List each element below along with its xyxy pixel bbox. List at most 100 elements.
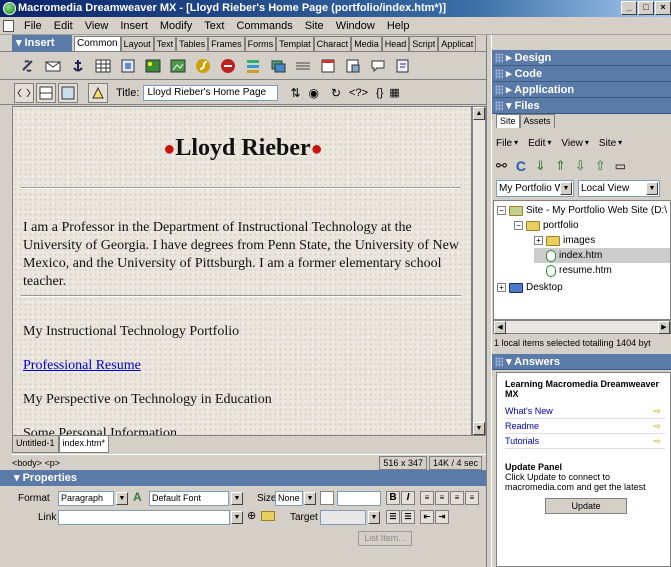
bio-paragraph[interactable]: I am a Professor in the Department of In… (23, 219, 465, 291)
page-title-input[interactable]: Lloyd Rieber's Home Page (143, 84, 279, 101)
scroll-up-icon[interactable]: ▲ (473, 107, 485, 120)
menu-text[interactable]: Text (198, 17, 230, 35)
preview-browser-icon[interactable]: ◉ (309, 86, 319, 100)
check-in-icon[interactable]: ⇧ (595, 158, 606, 174)
collapse-icon[interactable]: − (514, 221, 523, 230)
server-side-include-icon[interactable] (343, 56, 363, 76)
document-scrollbar[interactable]: ▲ ▼ (472, 106, 486, 436)
panel-splitter[interactable] (486, 35, 492, 567)
file-tree-scrollbar[interactable]: ◀ ▶ (493, 320, 671, 334)
show-code-view-icon[interactable] (14, 82, 34, 103)
ordered-list-icon[interactable]: ☰ (401, 510, 415, 524)
css-style-icon[interactable]: A (133, 490, 142, 504)
layer-icon[interactable] (118, 56, 138, 76)
menu-edit[interactable]: Edit (48, 17, 79, 35)
text-color-input[interactable] (337, 491, 381, 506)
tab-text[interactable]: Text (153, 36, 177, 51)
horizontal-rule-icon[interactable] (293, 56, 313, 76)
browse-folder-icon[interactable] (261, 511, 275, 521)
menu-view[interactable]: View (79, 17, 115, 35)
readme-link[interactable]: Readme ⇨ (505, 420, 665, 434)
tree-item-portfolio[interactable]: − portfolio (514, 218, 579, 233)
font-select[interactable]: Default Font (149, 491, 229, 506)
tree-item-site[interactable]: − Site - My Portfolio Web Site (D:\ (497, 203, 667, 218)
tab-untitled-1[interactable]: Untitled-1 (12, 436, 59, 453)
list-item-button[interactable]: List Item... (358, 531, 412, 546)
perspective-paragraph[interactable]: My Perspective on Technology in Educatio… (23, 391, 465, 409)
size-dropdown-icon[interactable]: ▼ (304, 492, 316, 505)
link-dropdown-icon[interactable]: ▼ (231, 511, 243, 524)
expand-icon[interactable]: + (534, 236, 543, 245)
align-justify-icon[interactable]: ≡ (465, 491, 479, 505)
tab-script[interactable]: Script (409, 36, 439, 51)
whats-new-link[interactable]: What's New ⇨ (505, 405, 665, 419)
comment-icon[interactable] (368, 56, 388, 76)
bold-button[interactable]: B (386, 491, 400, 505)
tab-common[interactable]: Common (74, 36, 121, 51)
tab-head[interactable]: Head (381, 36, 410, 51)
portfolio-paragraph[interactable]: My Instructional Technology Portfolio (23, 323, 465, 341)
tag-selector[interactable]: <body> <p> (12, 458, 60, 468)
menu-file[interactable]: File (18, 17, 48, 35)
menu-commands[interactable]: Commands (230, 17, 298, 35)
menu-modify[interactable]: Modify (154, 17, 198, 35)
tab-index-htm[interactable]: index.htm* (58, 436, 110, 453)
menu-help[interactable]: Help (381, 17, 416, 35)
expand-icon[interactable]: + (497, 283, 506, 292)
layout-icon[interactable] (88, 82, 108, 103)
font-dropdown-icon[interactable]: ▼ (231, 492, 243, 505)
tab-site[interactable]: Site (496, 114, 520, 128)
flash-icon[interactable] (193, 56, 213, 76)
tab-frames[interactable]: Frames (208, 36, 245, 51)
scroll-down-icon[interactable]: ▼ (473, 422, 485, 435)
personal-paragraph[interactable]: Some Personal Information (23, 425, 465, 435)
image-icon[interactable] (143, 56, 163, 76)
files-menu-edit[interactable]: Edit (528, 138, 545, 149)
tab-media[interactable]: Media (351, 36, 382, 51)
refresh-icon[interactable]: ↻ (331, 86, 341, 100)
put-files-icon[interactable]: ⇑ (555, 158, 566, 174)
link-input[interactable] (58, 510, 230, 525)
italic-button[interactable]: I (401, 491, 415, 505)
show-split-view-icon[interactable] (36, 82, 56, 103)
tab-templates[interactable]: Templat (276, 36, 314, 51)
date-icon[interactable] (318, 56, 338, 76)
show-design-view-icon[interactable] (58, 82, 78, 103)
file-management-icon[interactable]: ⇅ (290, 86, 300, 100)
tree-item-images[interactable]: + images (534, 233, 595, 248)
tab-layout[interactable]: Layout (120, 36, 154, 51)
tree-item-resume[interactable]: resume.htm (546, 263, 612, 278)
refresh-icon[interactable]: C (516, 158, 526, 174)
tab-tables[interactable]: Tables (176, 36, 209, 51)
tutorials-link[interactable]: Tutorials ⇨ (505, 435, 665, 449)
align-right-icon[interactable]: ≡ (450, 491, 464, 505)
expand-icon[interactable]: ▭ (615, 159, 626, 173)
answers-panel-header[interactable]: ▾ Answers (492, 354, 671, 370)
navigation-bar-icon[interactable] (243, 56, 263, 76)
menu-site[interactable]: Site (299, 17, 330, 35)
code-navigation-icon[interactable]: {} (376, 87, 383, 99)
tag-chooser-icon[interactable] (393, 56, 413, 76)
tab-characters[interactable]: Charact (313, 36, 352, 51)
maximize-button[interactable]: □ (638, 1, 654, 15)
reference-icon[interactable]: <?> (349, 87, 368, 99)
files-panel-header[interactable]: ▾ Files (492, 98, 671, 114)
scroll-right-icon[interactable]: ▶ (658, 321, 670, 334)
view-options-icon[interactable]: ▦ (389, 86, 399, 99)
rollover-image-icon[interactable] (268, 56, 288, 76)
minimize-button[interactable]: _ (621, 1, 637, 15)
menu-window[interactable]: Window (330, 17, 381, 35)
view-select[interactable]: Local View ▼ (578, 180, 660, 197)
format-select[interactable]: Paragraph (58, 491, 114, 506)
resume-link[interactable]: Professional Resume (23, 357, 465, 375)
tab-application[interactable]: Applicat (438, 36, 477, 51)
code-panel-header[interactable]: ▸ Code (492, 66, 671, 82)
close-button[interactable]: × (655, 1, 671, 15)
point-to-file-icon[interactable]: ⊕ (247, 509, 256, 522)
tab-assets[interactable]: Assets (519, 114, 555, 128)
scroll-left-icon[interactable]: ◀ (494, 321, 506, 334)
site-select[interactable]: My Portfolio We ▼ (496, 180, 574, 197)
update-button[interactable]: Update (545, 498, 627, 514)
target-select[interactable] (320, 510, 366, 525)
files-menu-site[interactable]: Site (599, 138, 616, 149)
